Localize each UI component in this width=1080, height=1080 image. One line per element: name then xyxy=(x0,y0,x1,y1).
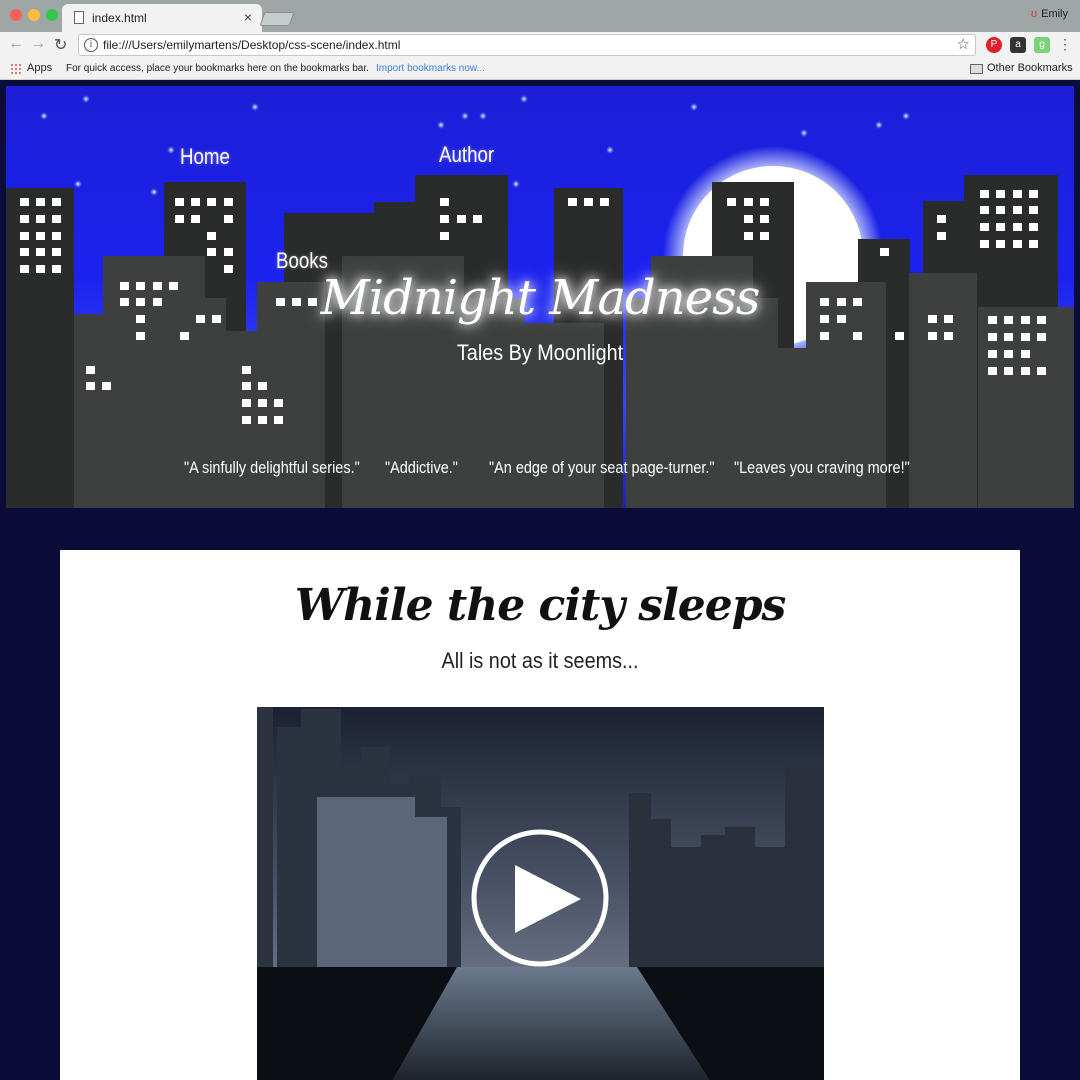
review-quote: "An edge of your seat page-turner." xyxy=(489,458,715,477)
browser-chrome: index.html × ʊ Emily ← → ↻ i file:///User… xyxy=(0,0,1080,80)
section-subtitle: All is not as it seems... xyxy=(441,648,639,673)
page: Home Books Author Midnight Madness Tales… xyxy=(0,80,1080,1080)
tab-close-icon[interactable]: × xyxy=(244,9,252,25)
pinterest-extension-icon[interactable]: P xyxy=(986,37,1002,53)
extension-icon[interactable]: a xyxy=(1010,37,1026,53)
apps-link[interactable]: Apps xyxy=(27,62,52,74)
browser-toolbar: ← → ↻ i file:///Users/emilymartens/Deskt… xyxy=(0,32,1080,58)
section-title: While the city sleeps xyxy=(294,580,787,631)
tab-strip: index.html × ʊ Emily xyxy=(0,0,1080,32)
minimize-window-button[interactable] xyxy=(28,9,40,21)
maximize-window-button[interactable] xyxy=(46,9,58,21)
bookmarks-bar: Apps For quick access, place your bookma… xyxy=(0,58,1080,80)
menu-icon[interactable]: ⋮ xyxy=(1058,36,1072,53)
tab-title: index.html xyxy=(92,11,147,25)
nav-home-link[interactable]: Home xyxy=(180,144,230,170)
site-title: Midnight Madness xyxy=(320,270,761,326)
other-bookmarks-link[interactable]: Other Bookmarks xyxy=(987,62,1073,74)
browser-tab[interactable]: index.html × xyxy=(62,4,262,32)
new-tab-button[interactable] xyxy=(259,12,295,26)
video-thumbnail xyxy=(257,707,824,1080)
extension-icon[interactable]: g xyxy=(1034,37,1050,53)
nav-author-link[interactable]: Author xyxy=(439,142,494,168)
url-text: file:///Users/emilymartens/Desktop/css-s… xyxy=(103,38,401,52)
back-arrow-icon[interactable]: ← xyxy=(8,35,24,53)
reload-icon[interactable]: ↻ xyxy=(54,35,67,55)
content-card: While the city sleeps All is not as it s… xyxy=(60,550,1020,1080)
profile-icon: ʊ xyxy=(1030,8,1038,20)
address-bar[interactable]: i file:///Users/emilymartens/Desktop/css… xyxy=(78,34,976,56)
info-icon[interactable]: i xyxy=(84,38,98,52)
hero-cityscape: Home Books Author Midnight Madness Tales… xyxy=(6,86,1074,508)
bookmark-star-icon[interactable]: ☆ xyxy=(957,35,970,53)
profile-button[interactable]: ʊ Emily xyxy=(1031,8,1068,20)
document-icon xyxy=(74,11,84,24)
close-window-button[interactable] xyxy=(10,9,22,21)
site-tagline: Tales By Moonlight xyxy=(456,340,624,365)
import-bookmarks-link[interactable]: Import bookmarks now... xyxy=(376,63,485,74)
apps-grid-icon[interactable] xyxy=(10,63,22,75)
review-quotes: "A sinfully delightful series." "Addicti… xyxy=(6,458,1074,484)
review-quote: "Addictive." xyxy=(385,458,458,477)
review-quote: "A sinfully delightful series." xyxy=(184,458,360,477)
forward-arrow-icon[interactable]: → xyxy=(30,35,46,53)
video-player[interactable] xyxy=(257,707,824,1080)
profile-name: Emily xyxy=(1041,8,1068,20)
review-quote: "Leaves you craving more!" xyxy=(734,458,910,477)
bookmarks-hint: For quick access, place your bookmarks h… xyxy=(66,63,369,74)
folder-icon xyxy=(970,64,983,74)
